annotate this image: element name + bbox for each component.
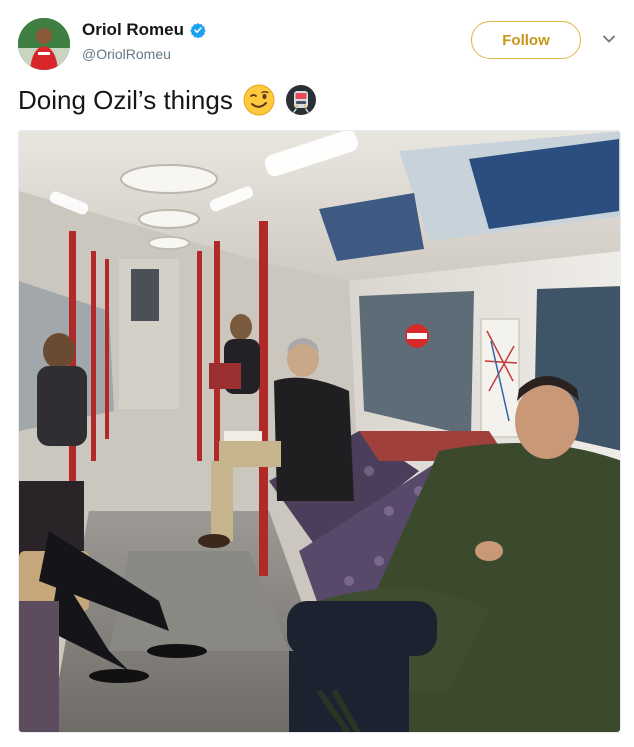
tweet-text: Doing Ozil’s things — [18, 84, 317, 116]
profile-photo — [18, 18, 70, 70]
tube-train-interior-photo — [19, 131, 620, 732]
tweet-photo[interactable] — [18, 130, 621, 733]
winking-face-emoji-icon — [243, 84, 275, 116]
author-display-name[interactable]: Oriol Romeu — [82, 20, 184, 40]
metro-train-emoji-icon — [285, 84, 317, 116]
author-name-row[interactable]: Oriol Romeu — [82, 20, 206, 40]
author-handle[interactable]: @OriolRomeu — [82, 46, 171, 62]
chevron-down-icon[interactable] — [600, 30, 618, 48]
tweet-body: Doing Ozil’s things — [18, 84, 233, 115]
avatar[interactable] — [18, 18, 70, 70]
verified-badge-icon — [190, 22, 206, 38]
follow-button[interactable]: Follow — [471, 21, 581, 59]
